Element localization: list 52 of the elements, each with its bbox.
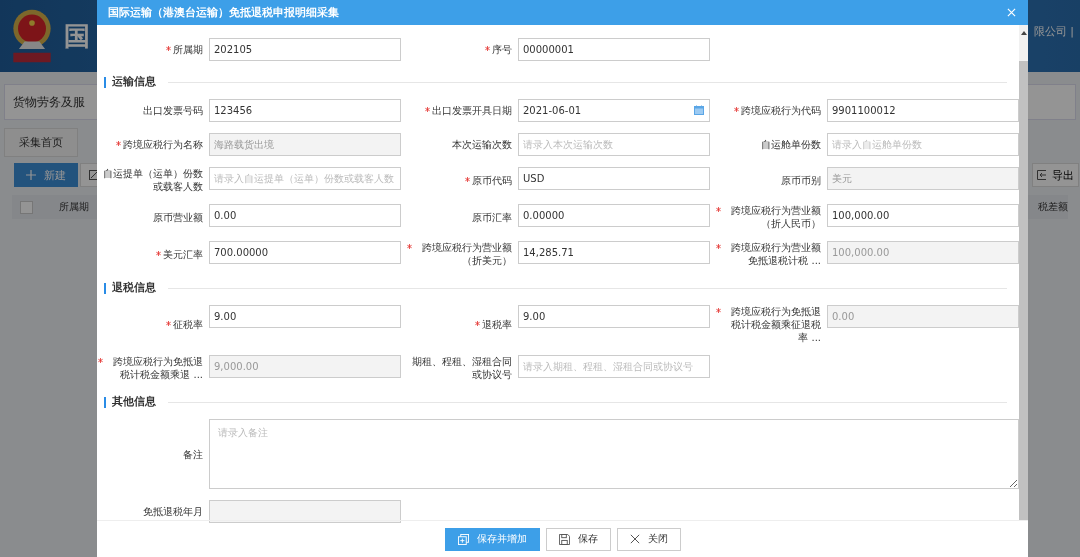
date-field[interactable]: 2021-06-01 [518,99,710,122]
field-label: 跨境应税行为免抵退税计税金额乘征退税率 ... [730,305,821,344]
text-field[interactable]: 123456 [209,99,401,122]
text-field[interactable]: 0.00 [209,204,401,227]
export-button[interactable]: 导出 [1032,163,1079,187]
dialog-button[interactable]: 关闭 [616,527,681,551]
field-label: 原币营业额 [153,210,203,224]
header-links: 限公司 | [1033,23,1074,39]
dialog-title: 国际运输（港澳台运输）免抵退税申报明细采集 [108,5,339,20]
section-title: 退税信息 [112,281,156,295]
site-title: 国 [64,19,90,53]
text-field[interactable]: USD [518,167,710,190]
text-field[interactable]: 9.00 [518,305,710,328]
text-field[interactable]: 14,285.71 [518,241,710,264]
field-label: 跨境应税行为代码 [741,104,821,117]
text-field[interactable]: 0.00000 [518,204,710,227]
column-header: 税差额 [1038,200,1068,214]
field-label: 跨境应税行为营业额（折美元） [421,241,512,267]
text-field[interactable]: 请录入期租、程租、湿租合同或协议号 [518,355,710,378]
breadcrumb-text: 货物劳务及服 [13,93,85,111]
section-title: 其他信息 [112,395,156,409]
field-label: 自运提单（运单）份数或载客人数 [102,167,203,193]
field-label: 自运舱单份数 [761,138,821,151]
field-label: 退税率 [482,318,512,331]
text-field[interactable]: 9901100012 [827,99,1019,122]
column-header: 所属期 [59,200,89,214]
field-label: 跨境应税行为免抵退税计税金额乘退 ... [112,355,203,381]
field-label: 免抵退税年月 [143,505,203,518]
field-label: 跨境应税行为营业额免抵退税计税 ... [730,241,821,267]
field-label: 期租、程租、湿租合同或协议号 [411,355,512,381]
field-label: 所属期 [173,43,203,56]
text-field[interactable]: 202105 [209,38,401,61]
field-label: 出口发票号码 [143,104,203,117]
field-label: 出口发票开具日期 [432,104,512,117]
field-label: 本次运输次数 [452,138,512,151]
field-label: 征税率 [173,318,203,331]
text-field[interactable]: 9.00 [209,305,401,328]
field-label: 原币币别 [781,173,821,187]
field-label: 原币汇率 [472,210,512,224]
text-field[interactable]: 00000001 [518,38,710,61]
field-label: 备注 [183,447,203,461]
text-field[interactable]: 700.00000 [209,241,401,264]
field-label: 原币代码 [472,173,512,187]
field-label: 序号 [492,43,512,56]
text-field[interactable]: 100,000.00 [827,204,1019,227]
section-title: 运输信息 [112,75,156,89]
field-label: 跨境应税行为名称 [123,138,203,151]
page-tab[interactable]: 采集首页 [4,128,78,157]
field-label: 美元汇率 [163,247,203,261]
field-label: 跨境应税行为营业额（折人民币） [730,204,821,230]
remarks-field[interactable]: 请录入备注 [209,419,1019,489]
dialog-button[interactable]: 保存 [545,527,611,551]
